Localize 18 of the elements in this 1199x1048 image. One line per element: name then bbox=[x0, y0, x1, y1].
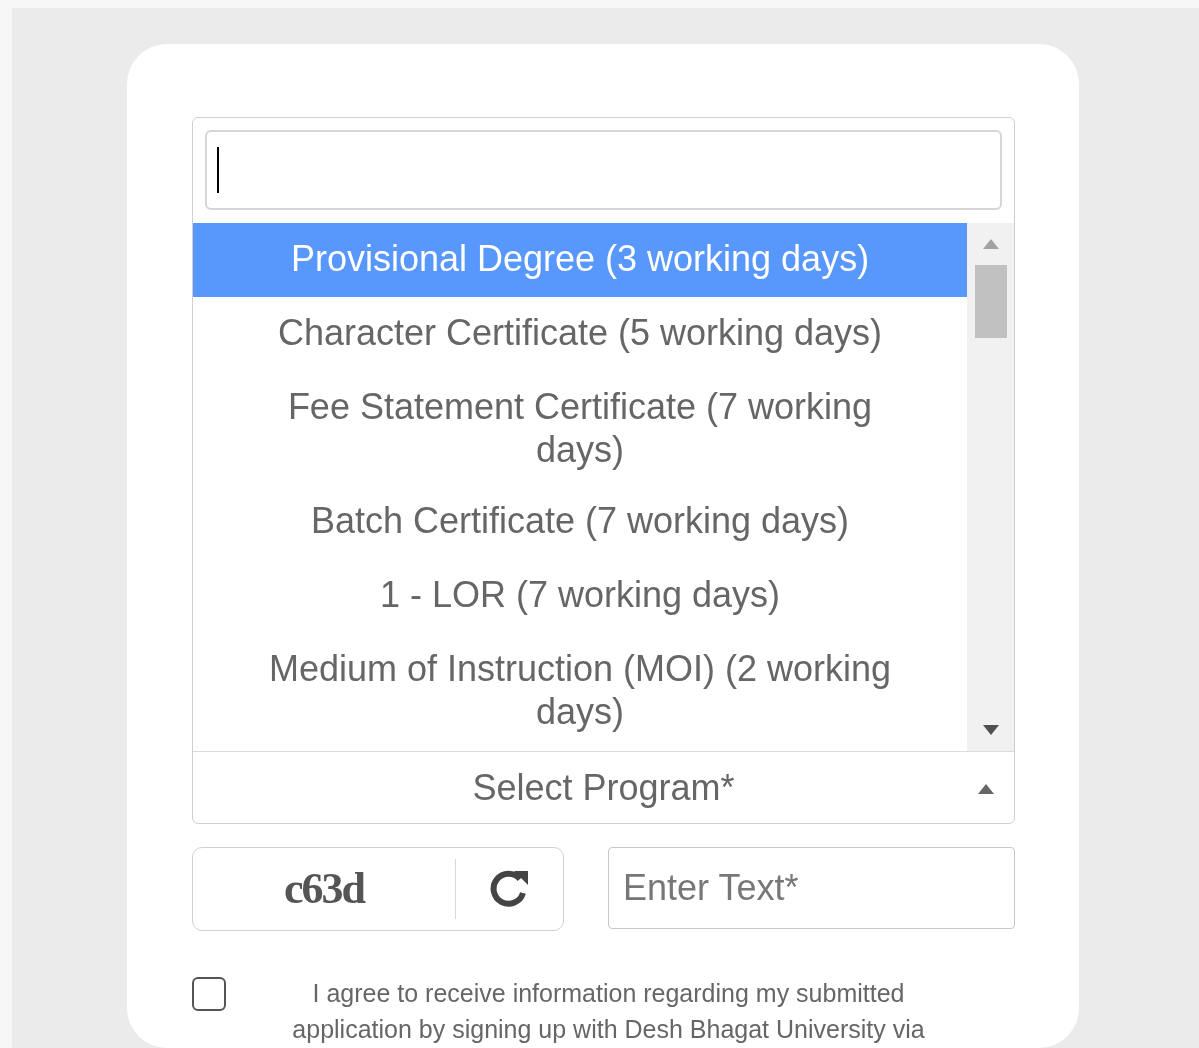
dropdown-option[interactable]: Character Certificate (5 working days) bbox=[193, 297, 967, 371]
scroll-down-arrow-icon[interactable] bbox=[982, 725, 999, 735]
consent-text: I agree to receive information regarding my submitted application by signing up with Desh Bhagat University via bbox=[291, 978, 926, 1045]
dropdown-option[interactable]: Fee Statement Certificate (7 working days) bbox=[193, 371, 967, 485]
scrollbar[interactable] bbox=[967, 223, 1014, 751]
refresh-icon[interactable] bbox=[488, 869, 530, 909]
captcha-code: c63d bbox=[283, 863, 366, 915]
consent-checkbox[interactable] bbox=[192, 977, 226, 1011]
captcha-input-field[interactable]: Enter Text* bbox=[608, 847, 1015, 929]
text-cursor bbox=[217, 147, 219, 193]
dropdown-option[interactable]: Batch Certificate (7 working days) bbox=[193, 485, 967, 559]
dropdown-option[interactable]: Medium of Instruction (MOI) (2 working days) bbox=[193, 633, 967, 747]
search-field[interactable] bbox=[205, 130, 1002, 210]
dropdown-option[interactable]: Provisional Degree (3 working days) bbox=[193, 223, 967, 297]
program-dropdown[interactable] bbox=[192, 117, 1015, 824]
scrollbar-thumb[interactable] bbox=[974, 265, 1007, 338]
dropdown-option[interactable]: 1 - LOR (7 working days) bbox=[193, 559, 967, 633]
select-placeholder: Select Program* bbox=[471, 765, 736, 810]
